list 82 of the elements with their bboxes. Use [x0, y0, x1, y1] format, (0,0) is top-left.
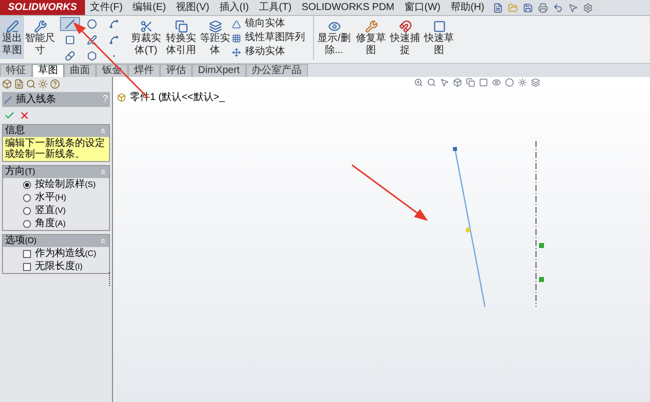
radio-button[interactable] [23, 194, 31, 202]
view-tool-icon[interactable] [466, 78, 475, 87]
section-title: 方向(T) [5, 166, 36, 178]
menu-item[interactable]: 窗口(W) [399, 0, 446, 15]
panel-title: 插入线条 [4, 92, 56, 107]
view-tool-icon[interactable] [453, 78, 462, 87]
menu-item[interactable]: SOLIDWORKS PDM [296, 0, 400, 15]
section-title: 信息 [5, 125, 25, 137]
convert-button[interactable]: 转换实体引用 [164, 16, 198, 59]
view-tool-icon[interactable] [492, 78, 501, 87]
circle-icon [87, 19, 97, 29]
repair-button[interactable]: 修复草图 [354, 16, 388, 59]
undo-icon[interactable] [553, 2, 564, 12]
checkbox-option[interactable]: 无限长度(I) [3, 260, 109, 273]
command-tab[interactable]: 草图 [32, 64, 64, 77]
view-tool-icon[interactable] [440, 78, 449, 87]
checkbox-option[interactable]: 作为构造线(C) [3, 247, 109, 260]
rectangle-icon [65, 35, 75, 45]
entity-command-button[interactable]: 镜向实体 [232, 17, 305, 31]
select-icon[interactable] [568, 2, 578, 12]
new-file-icon[interactable] [493, 2, 504, 12]
relation-marker [539, 277, 544, 282]
display-delete-button[interactable]: 显示/删除... [314, 16, 354, 59]
sketch-point [466, 228, 470, 232]
checkbox[interactable] [23, 250, 31, 258]
relation-marker [539, 243, 544, 248]
rapid-sketch-button[interactable]: 快速草图 [422, 16, 456, 59]
command-tab[interactable]: 办公室产品 [246, 64, 308, 77]
menu-item[interactable]: 文件(F) [84, 0, 128, 15]
menu-item[interactable]: 编辑(E) [128, 0, 172, 15]
smart-dimension-button[interactable]: 智能尺寸 [24, 16, 56, 59]
curve-icon [109, 35, 119, 45]
settings-icon[interactable] [583, 2, 594, 12]
trim-icon [140, 20, 152, 33]
radio-option[interactable]: 竖直(V) [3, 204, 109, 217]
exit-sketch-button[interactable]: 退出草图 [0, 16, 24, 59]
spline-icon [109, 19, 119, 29]
radio-option[interactable]: 按绘制原样(S) [3, 178, 109, 191]
menu-item[interactable]: 视图(V) [171, 0, 214, 15]
quick-snaps-button[interactable]: 快速捕捉 [388, 16, 422, 59]
radio-button[interactable] [23, 220, 31, 228]
info-message: 编辑下一新线条的设定或绘制一新线条。 [3, 137, 109, 161]
checkbox[interactable] [23, 262, 31, 270]
entity-command-button[interactable]: 移动实体 [232, 45, 305, 59]
command-tab[interactable]: 焊件 [128, 64, 160, 77]
panel-tab-icon[interactable] [50, 79, 60, 89]
menu-item[interactable]: 工具(T) [254, 0, 297, 15]
app-logo: SOLIDWORKS [0, 0, 85, 15]
radio-button[interactable] [23, 180, 31, 188]
panel-tab-icon[interactable] [38, 79, 48, 89]
part-icon [117, 93, 126, 102]
view-tool-icon[interactable] [427, 78, 436, 87]
view-tool-icon[interactable] [414, 78, 423, 87]
save-icon[interactable] [523, 2, 534, 12]
view-tool-icon[interactable] [479, 78, 488, 87]
view-tool-icon[interactable] [518, 78, 527, 87]
line-icon [65, 19, 75, 29]
offset-button[interactable]: 等距实体 [198, 16, 232, 59]
radio-option[interactable]: 水平(H) [3, 191, 109, 204]
view-tool-icon[interactable] [531, 78, 540, 87]
splitter-handle[interactable] [109, 272, 111, 286]
command-tab[interactable]: 曲面 [64, 64, 96, 77]
entity-command-button[interactable]: 线性草图阵列 [232, 31, 305, 45]
line-icon [4, 96, 12, 104]
command-tab[interactable]: 评估 [160, 64, 192, 77]
cancel-icon[interactable] [19, 110, 30, 121]
ok-icon[interactable] [4, 110, 15, 121]
print-icon[interactable] [538, 2, 548, 12]
panel-tab-icon[interactable] [2, 79, 12, 89]
radio-button[interactable] [23, 206, 31, 214]
section-title: 选项(O) [5, 235, 37, 247]
polygon-icon [87, 51, 97, 61]
menu-item[interactable]: 插入(I) [214, 0, 254, 15]
panel-tab-icon[interactable] [14, 79, 24, 89]
view-tool-icon[interactable] [505, 78, 514, 87]
trim-button[interactable]: 剪裁实体(T) [128, 16, 164, 59]
command-tab[interactable]: DimXpert [192, 64, 246, 77]
menu-item[interactable]: 帮助(H) [446, 0, 490, 15]
command-tab[interactable]: 特征 [0, 64, 32, 77]
slot-icon [65, 51, 75, 61]
panel-tab-icon[interactable] [26, 79, 36, 89]
radio-option[interactable]: 角度(A) [3, 217, 109, 230]
